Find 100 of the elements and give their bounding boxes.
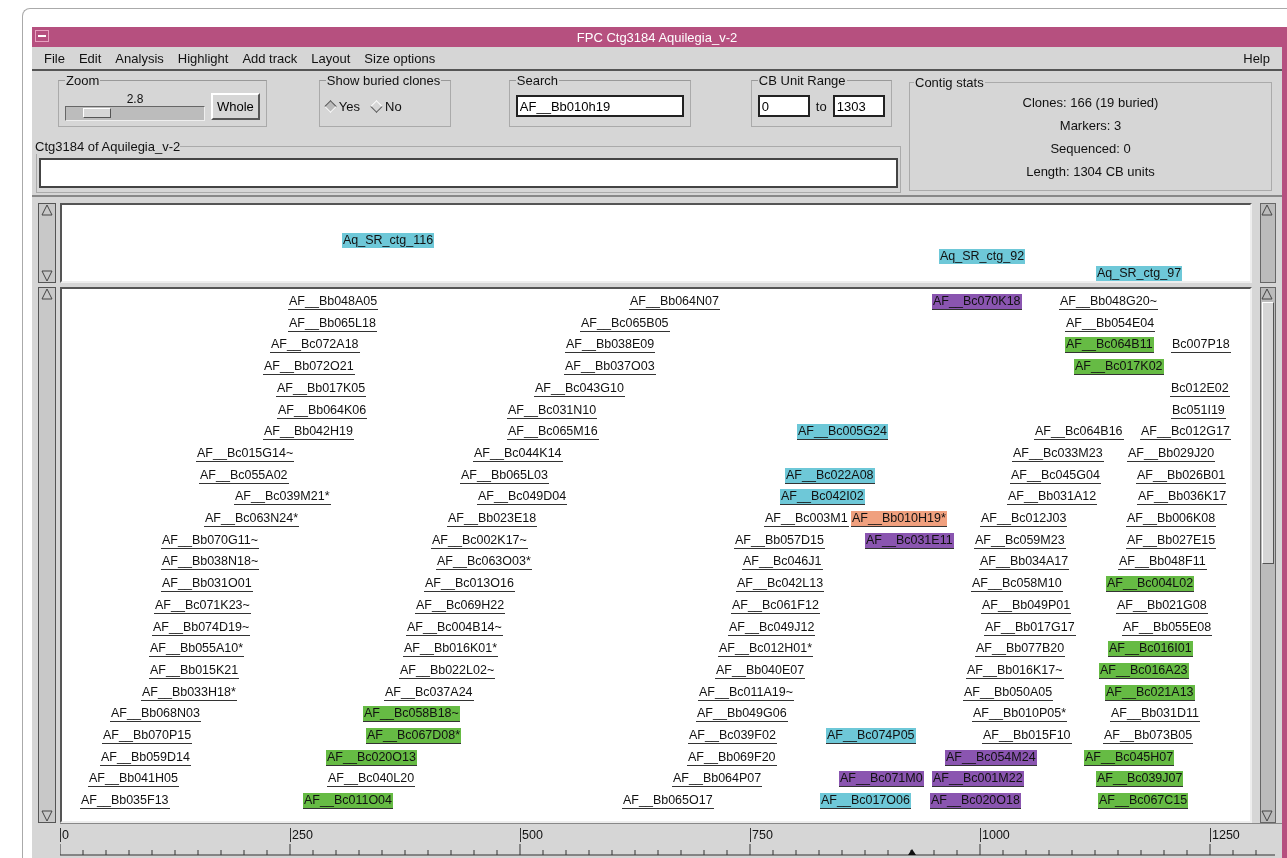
clone-label[interactable]: Bc012E02 <box>1170 380 1230 397</box>
clone-label[interactable]: AF__Bb072O21 <box>263 359 355 376</box>
clone-label[interactable]: AF__Bc065B05 <box>580 315 670 332</box>
highlighted-clone-label[interactable]: AF__Bc071M0 <box>839 771 924 788</box>
clone-label[interactable]: AF__Bc012J03 <box>980 511 1068 527</box>
clone-label[interactable]: AF__Bb023E18 <box>447 511 538 527</box>
clone-label[interactable]: AF__Bb077B20 <box>975 641 1066 658</box>
clone-label[interactable]: AF__Bb048A05 <box>288 294 379 310</box>
clone-label[interactable]: AF__Bb048F11 <box>1118 554 1207 571</box>
clone-label[interactable]: AF__Bb010P05* <box>972 706 1068 723</box>
clone-label[interactable]: AF__Bc042L13 <box>736 576 825 593</box>
clone-label[interactable]: AF__Bb016K01* <box>403 641 499 658</box>
clone-label[interactable]: AF__Bb031A12 <box>1007 489 1098 506</box>
clone-label[interactable]: AF__Bb074D19~ <box>152 619 251 636</box>
clone-label[interactable]: AF__Bc061F12 <box>731 597 820 614</box>
clone-label[interactable]: AF__Bb037O03 <box>564 359 656 376</box>
clone-label[interactable]: AF__Bb035F13 <box>80 793 170 810</box>
highlighted-clone-label[interactable]: AF__Bc031E11 <box>865 532 954 549</box>
clone-label[interactable]: AF__Bc013O16 <box>424 576 515 593</box>
menu-item[interactable]: Edit <box>71 50 109 66</box>
clone-label[interactable]: AF__Bb070P15 <box>102 728 193 744</box>
clone-label[interactable]: AF__Bb065L18 <box>288 315 377 332</box>
clone-label[interactable]: AF__Bc031N10 <box>507 402 598 419</box>
range-from-field[interactable]: 0 <box>757 95 810 117</box>
marker-label[interactable]: Aq_SR_ctg_116 <box>342 233 435 248</box>
clone-label[interactable]: AF__Bc072A18 <box>270 337 360 354</box>
clone-label[interactable]: AF__Bc064B16 <box>1034 424 1124 441</box>
clone-label[interactable]: AF__Bb038N18~ <box>161 554 260 571</box>
help-menu[interactable]: Help <box>1236 50 1277 66</box>
clone-label[interactable]: AF__Bb031D11 <box>1110 706 1201 723</box>
highlighted-clone-label[interactable]: AF__Bc067D08* <box>366 728 462 744</box>
clone-label[interactable]: AF__Bc069H22 <box>415 597 506 614</box>
highlighted-clone-label[interactable]: AF__Bc070K18 <box>932 294 1022 310</box>
clone-label[interactable]: AF__Bc049J12 <box>728 619 816 636</box>
track-vertical-scrollbar[interactable] <box>1260 203 1276 283</box>
clone-label[interactable]: AF__Bb038E09 <box>565 337 656 354</box>
clone-label[interactable]: AF__Bb064N07 <box>629 294 720 310</box>
clone-label[interactable]: AF__Bb017K05 <box>276 380 367 397</box>
clone-label[interactable]: AF__Bb059D14 <box>100 749 191 766</box>
menu-item[interactable]: File <box>37 50 72 66</box>
menu-item[interactable]: Highlight <box>170 50 236 66</box>
clone-label[interactable]: AF__Bb064P07 <box>672 771 763 788</box>
scroll-up-icon[interactable] <box>1261 288 1273 300</box>
clone-label[interactable]: AF__Bb057D15 <box>734 532 825 549</box>
clone-label[interactable]: AF__Bb015F10 <box>982 728 1072 744</box>
clone-label[interactable]: AF__Bb040E07 <box>715 662 806 679</box>
window-menu-button[interactable] <box>35 30 49 42</box>
clone-label[interactable]: AF__Bc033M23 <box>1012 445 1104 462</box>
clone-label[interactable]: AF__Bb017G17 <box>984 619 1076 636</box>
clone-label[interactable]: AF__Bc039F02 <box>688 728 777 744</box>
highlighted-clone-label[interactable]: AF__Bc058B18~ <box>363 706 460 723</box>
zoom-slider-thumb[interactable] <box>82 107 111 118</box>
clone-label[interactable]: AF__Bb068N03 <box>110 706 201 723</box>
clone-label[interactable]: AF__Bb055E08 <box>1122 619 1213 636</box>
clone-label[interactable]: AF__Bc012G17 <box>1140 424 1231 441</box>
highlighted-clone-label[interactable]: AF__Bc005G24 <box>797 424 888 441</box>
clone-label[interactable]: AF__Bb034A17 <box>979 554 1070 571</box>
highlighted-clone-label[interactable]: AF__Bc001M22 <box>932 771 1024 788</box>
clone-label[interactable]: AF__Bb065L03 <box>460 467 549 484</box>
highlighted-clone-label[interactable]: AF__Bc074P05 <box>826 728 916 744</box>
highlighted-clone-label[interactable]: AF__Bc017O06 <box>820 793 911 810</box>
track-scrollbar[interactable] <box>38 203 56 283</box>
clone-label[interactable]: AF__Bc058M10 <box>971 576 1063 593</box>
clone-label[interactable]: AF__Bc003M1 <box>764 511 849 527</box>
clone-label[interactable]: AF__Bb006K08 <box>1126 511 1217 527</box>
highlighted-clone-label[interactable]: AF__Bc017K02 <box>1074 359 1164 376</box>
menu-item[interactable]: Analysis <box>108 50 171 66</box>
clone-vertical-scrollbar[interactable] <box>1260 287 1276 823</box>
clone-label[interactable]: AF__Bb031O01 <box>161 576 253 593</box>
scrollbar-thumb[interactable] <box>1262 302 1274 564</box>
highlighted-clone-label[interactable]: AF__Bc004L02 <box>1106 576 1195 593</box>
whole-button[interactable]: Whole <box>211 92 260 120</box>
clone-label[interactable]: AF__Bc059M23 <box>974 532 1066 549</box>
clone-label[interactable]: AF__Bb048G20~ <box>1059 294 1158 310</box>
marker-label[interactable]: Aq_SR_ctg_92 <box>939 249 1026 264</box>
highlighted-clone-label[interactable]: AF__Bc020O13 <box>326 749 417 766</box>
clone-label[interactable]: AF__Bb064K06 <box>277 402 368 419</box>
clone-label[interactable]: AF__Bb073B05 <box>1103 728 1194 744</box>
scroll-down-icon[interactable] <box>1261 810 1273 822</box>
highlighted-clone-label[interactable]: AF__Bc064B11 <box>1065 337 1154 354</box>
clone-label[interactable]: AF__Bc040L20 <box>327 771 416 788</box>
clone-label[interactable]: AF__Bc065M16 <box>507 424 599 441</box>
scroll-up-icon[interactable] <box>41 288 53 300</box>
clone-label[interactable]: AF__Bb026B01 <box>1136 467 1227 484</box>
range-to-field[interactable]: 1303 <box>832 95 885 117</box>
clone-label[interactable]: AF__Bb036K17 <box>1137 489 1228 506</box>
marker-label[interactable]: Aq_SR_ctg_97 <box>1096 266 1183 281</box>
clone-label[interactable]: Bc051I19 <box>1171 402 1226 419</box>
clone-label[interactable]: AF__Bc044K14 <box>473 445 563 462</box>
clone-label[interactable]: AF__Bc049D04 <box>477 489 568 506</box>
radio-option[interactable]: Yes <box>325 98 361 114</box>
highlighted-clone-label[interactable]: AF__Bc016I01 <box>1108 641 1193 658</box>
highlighted-clone-label[interactable]: AF__Bc067C15 <box>1098 793 1189 810</box>
clone-label[interactable]: AF__Bc046J1 <box>742 554 823 571</box>
clone-label[interactable]: AF__Bb015K21 <box>149 662 240 679</box>
clone-label[interactable]: AF__Bc055A02 <box>199 467 289 484</box>
clone-label[interactable]: Bc007P18 <box>1171 337 1231 354</box>
clone-label[interactable]: AF__Bb041H05 <box>88 771 179 788</box>
clone-label[interactable]: AF__Bb055A10* <box>149 641 245 658</box>
clone-scrollbar[interactable] <box>38 287 56 823</box>
